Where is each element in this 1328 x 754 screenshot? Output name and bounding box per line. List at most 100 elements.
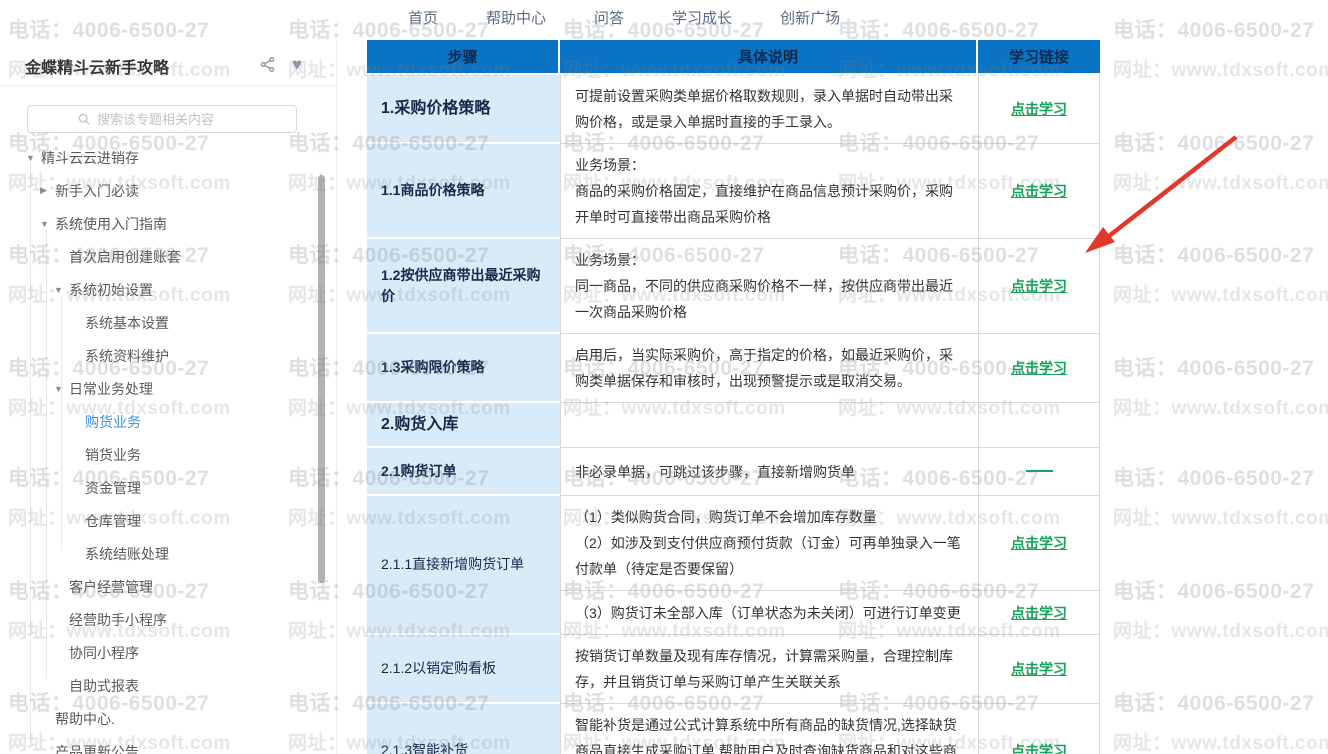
table-row: 1.1商品价格策略业务场景：商品的采购价格固定，直接维护在商品信息预计采购价，采… (367, 144, 1100, 239)
description-cell: 智能补货是通过公式计算系统中所有商品的缺货情况,选择缺货商品直接生成采购订单,帮… (560, 704, 978, 754)
sidebar-item-label: 仓库管理 (85, 511, 141, 531)
share-icon[interactable] (259, 56, 276, 73)
sidebar-item[interactable]: ▼精斗云云进销存 (0, 141, 336, 174)
chevron-down-icon[interactable]: ▼ (40, 219, 55, 229)
watermark-phone: 电话：4006-6500-27 (1113, 462, 1328, 492)
step-cell: 2.1.3智能补货 (367, 704, 560, 754)
table-row: 2.购货入库 (367, 403, 1100, 448)
learn-link[interactable]: 点击学习 (1011, 360, 1067, 376)
nav-item-3[interactable]: 问答 (594, 7, 624, 28)
sidebar-item[interactable]: 客户经营管理 (0, 570, 336, 603)
sidebar-item-label: 系统初始设置 (69, 280, 153, 300)
sidebar-item[interactable]: ▼系统初始设置 (0, 273, 336, 306)
watermark-tile: 电话：4006-6500-27网址：www.tdxsoft.com (1113, 687, 1328, 754)
description-line: （3）购货订未全部入库（订单状态为未关闭）可进行订单变更 (575, 600, 964, 626)
nav-item-1[interactable]: 首页 (408, 7, 438, 28)
sidebar-item[interactable]: 系统资料维护 (0, 339, 336, 372)
chevron-down-icon[interactable]: ▼ (54, 285, 69, 295)
sidebar-divider (0, 85, 336, 86)
learn-link[interactable]: 点击学习 (1011, 743, 1067, 754)
step-cell: 2.1购货订单 (367, 448, 560, 496)
chevron-down-icon[interactable]: ▼ (54, 384, 69, 394)
sidebar-header: 金蝶精斗云新手攻略 ♥ (0, 40, 336, 85)
heart-icon[interactable]: ♥ (292, 56, 302, 73)
sidebar: 金蝶精斗云新手攻略 ♥ ▼精斗云云进销存▶新手入门必读▼系统 (0, 40, 337, 754)
sidebar-item[interactable]: 仓库管理 (0, 504, 336, 537)
description-cell: 启用后，当实际采购价，高于指定的价格，如最近采购价，采购类单据保存和审核时，出现… (560, 334, 978, 403)
watermark-url: 网址：www.tdxsoft.com (1113, 503, 1328, 530)
search-input[interactable] (97, 112, 247, 127)
watermark-phone: 电话：4006-6500-27 (1113, 575, 1328, 605)
sidebar-item[interactable]: 销货业务 (0, 438, 336, 471)
guide-table-wrap: 步骤 具体说明 学习链接 1.采购价格策略可提前设置采购类单据价格取数规则，录入… (367, 40, 1100, 754)
description-line: 可提前设置采购类单据价格取数规则，录入单据时自动带出采购价格，或是录入单据时直接… (575, 83, 964, 135)
nav-item-5[interactable]: 创新广场 (780, 7, 840, 28)
no-link-dash (1026, 470, 1053, 472)
nav-item-2[interactable]: 帮助中心 (486, 7, 546, 28)
sidebar-item-label: 系统基本设置 (85, 313, 169, 333)
table-row: 2.1.3智能补货智能补货是通过公式计算系统中所有商品的缺货情况,选择缺货商品直… (367, 704, 1100, 754)
watermark-phone: 电话：4006-6500-27 (1113, 687, 1328, 717)
watermark-tile: 电话：4006-6500-27网址：www.tdxsoft.com (1113, 239, 1328, 307)
learn-link[interactable]: 点击学习 (1011, 605, 1067, 621)
step-cell: 1.2按供应商带出最近采购价 (367, 239, 560, 334)
chevron-down-icon[interactable]: ▼ (26, 153, 41, 163)
step-cell: 2.1.1直接新增购货订单 (367, 496, 560, 635)
sidebar-item[interactable]: ▶新手入门必读 (0, 174, 336, 207)
step-cell: 1.3采购限价策略 (367, 334, 560, 403)
chevron-right-icon[interactable]: ▶ (40, 185, 55, 196)
watermark-url: 网址：www.tdxsoft.com (1113, 393, 1328, 420)
link-cell: 点击学习 (978, 496, 1100, 591)
learn-link[interactable]: 点击学习 (1011, 183, 1067, 199)
link-cell: 点击学习 (978, 704, 1100, 754)
sidebar-item[interactable]: ▼日常业务处理 (0, 372, 336, 405)
learn-link[interactable]: 点击学习 (1011, 101, 1067, 117)
sidebar-item[interactable]: 经营助手小程序 (0, 603, 336, 636)
nav-item-4[interactable]: 学习成长 (672, 7, 732, 28)
sidebar-item[interactable]: 自助式报表 (0, 669, 336, 702)
link-cell: 点击学习 (978, 591, 1100, 635)
sidebar-item[interactable]: 系统结账处理 (0, 537, 336, 570)
watermark-url: 网址：www.tdxsoft.com (1113, 616, 1328, 643)
link-cell: 点击学习 (978, 75, 1100, 144)
description-line: 业务场景： (575, 247, 964, 273)
sidebar-item[interactable]: ▼系统使用入门指南 (0, 207, 336, 240)
link-cell (978, 448, 1100, 496)
sidebar-item-label: 系统使用入门指南 (55, 214, 167, 234)
description-line: 按销货订单数量及现有库存情况，计算需采购量，合理控制库存，并且销货订单与采购订单… (575, 643, 964, 695)
table-header-row: 步骤 具体说明 学习链接 (367, 40, 1100, 75)
sidebar-item-label: 首次启用创建账套 (69, 247, 181, 267)
table-row: 2.1购货订单非必录单据，可跳过该步骤，直接新增购货单 (367, 448, 1100, 496)
learn-link[interactable]: 点击学习 (1011, 661, 1067, 677)
table-row: 1.采购价格策略可提前设置采购类单据价格取数规则，录入单据时自动带出采购价格，或… (367, 75, 1100, 144)
watermark-phone: 电话：4006-6500-27 (1113, 239, 1328, 269)
sidebar-item[interactable]: 首次启用创建账套 (0, 240, 336, 273)
watermark-tile: 电话：4006-6500-27网址：www.tdxsoft.com (1113, 352, 1328, 420)
sidebar-item[interactable]: 资金管理 (0, 471, 336, 504)
watermark-phone: 电话：4006-6500-27 (1113, 14, 1328, 44)
sidebar-item[interactable]: 购货业务 (0, 405, 336, 438)
sidebar-item[interactable]: 协同小程序 (0, 636, 336, 669)
sidebar-item[interactable]: 系统基本设置 (0, 306, 336, 339)
learn-link[interactable]: 点击学习 (1011, 278, 1067, 294)
sidebar-title: 金蝶精斗云新手攻略 (25, 60, 169, 77)
guide-table: 步骤 具体说明 学习链接 1.采购价格策略可提前设置采购类单据价格取数规则，录入… (367, 40, 1100, 754)
sidebar-scrollbar[interactable] (318, 175, 325, 583)
description-line: 启用后，当实际采购价，高于指定的价格，如最近采购价，采购类单据保存和审核时，出现… (575, 342, 964, 394)
sidebar-tree: ▼精斗云云进销存▶新手入门必读▼系统使用入门指南首次启用创建账套▼系统初始设置系… (0, 141, 336, 754)
sidebar-item[interactable]: 帮助中心. (0, 702, 336, 735)
watermark-tile: 电话：4006-6500-27 网址：www.tdxsoft.com (1113, 575, 1328, 643)
watermark-url: 网址：www.tdxsoft.com (1113, 55, 1328, 82)
table-row: 2.1.2以销定购看板按销货订单数量及现有库存情况，计算需采购量，合理控制库存，… (367, 635, 1100, 704)
search-box[interactable] (27, 105, 297, 133)
guide-table-body: 1.采购价格策略可提前设置采购类单据价格取数规则，录入单据时自动带出采购价格，或… (367, 75, 1100, 754)
sidebar-item-label: 协同小程序 (69, 643, 139, 663)
description-cell: 业务场景：同一商品，不同的供应商采购价格不一样，按供应商带出最近一次商品采购价格 (560, 239, 978, 334)
table-row: 1.2按供应商带出最近采购价业务场景：同一商品，不同的供应商采购价格不一样，按供… (367, 239, 1100, 334)
sidebar-item-label: 自助式报表 (69, 676, 139, 696)
link-cell: 点击学习 (978, 239, 1100, 334)
learn-link[interactable]: 点击学习 (1011, 535, 1067, 551)
description-cell (560, 403, 978, 448)
sidebar-item[interactable]: 产品更新公告. (0, 735, 336, 754)
step-cell: 1.1商品价格策略 (367, 144, 560, 239)
